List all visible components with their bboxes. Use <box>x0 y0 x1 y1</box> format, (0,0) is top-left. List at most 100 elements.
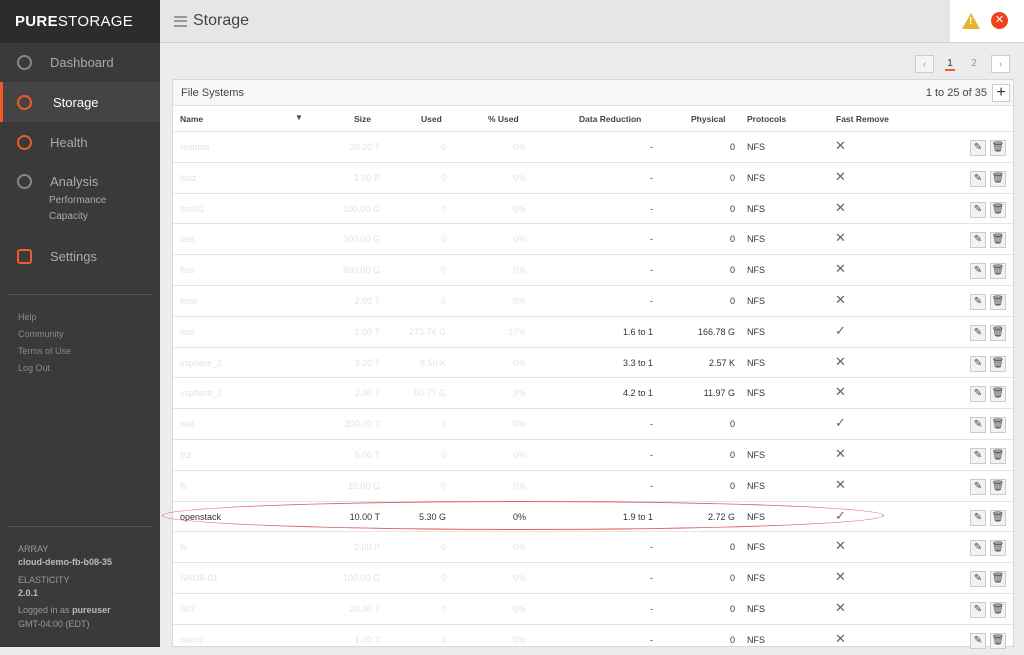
col-pct-used[interactable]: % Used <box>488 114 519 124</box>
pure-storage-logo[interactable]: PURESTORAGE <box>0 0 686 43</box>
col-used[interactable]: Used <box>421 114 442 124</box>
table-row[interactable]: fsuz 1.00 P 0 0% - 0 NFS ✕ ✎ 🗑 <box>173 161 1013 193</box>
file-systems-panel: File Systems 1 to 25 of 35 + Name ▼ Size U… <box>172 79 1014 649</box>
edit-button[interactable]: ✎ <box>970 571 986 588</box>
col-name[interactable]: Name <box>180 114 203 124</box>
delete-button[interactable]: 🗑 <box>990 294 1006 310</box>
used-cell: 0 <box>440 234 446 245</box>
delete-button[interactable]: 🗑 <box>990 170 1006 187</box>
pct-used-cell: 0% <box>512 573 526 584</box>
delete-button[interactable]: 🗑 <box>990 540 1006 557</box>
table-row[interactable]: vsphere_2 3.00 T 8.50 K 0% 3.3 to 1 2.57 K NFS… <box>173 346 1013 378</box>
col-data-reduction[interactable]: Data Reduction <box>579 114 641 124</box>
error-icon[interactable]: ✕ <box>991 12 1008 29</box>
community-link[interactable]: Community <box>18 329 64 339</box>
table-row[interactable]: test01 100.00 G 0 0% - 0 NFS ✕ ✎ 🗑 <box>173 192 1013 224</box>
logout-link[interactable]: Log Out <box>18 363 50 373</box>
col-protocols[interactable]: Protocols <box>747 114 786 124</box>
delete-button[interactable]: 🗑 <box>990 232 1006 249</box>
sort-desc-icon[interactable]: ▼ <box>295 113 303 122</box>
pct-used-cell: 0% <box>512 542 526 553</box>
size-cell: 100.00 G <box>342 203 380 214</box>
terms-link[interactable]: Terms of Use <box>18 346 71 356</box>
size-cell: 10.00 T <box>349 511 380 522</box>
table-row[interactable]: fsz 5.00 T 0 0% - 0 NFS ✕ ✎ 🗑 <box>173 439 1013 470</box>
edit-button[interactable]: ✎ <box>970 324 986 341</box>
col-fast-remove[interactable]: Fast Remove <box>836 114 889 124</box>
delete-button[interactable]: 🗑 <box>990 602 1006 618</box>
table-row[interactable]: test 300.00 T 0 0% - 0 ✓ ✎ 🗑 <box>173 408 1013 439</box>
delete-button[interactable]: 🗑 <box>990 417 1006 434</box>
add-button[interactable]: + <box>992 84 1010 102</box>
size-cell: 5.00 T <box>354 450 380 460</box>
edit-button[interactable]: ✎ <box>970 417 986 434</box>
delete-button[interactable]: 🗑 <box>990 478 1006 495</box>
prev-page-button[interactable]: ‹ <box>915 55 934 73</box>
edit-button[interactable]: ✎ <box>970 478 986 495</box>
delete-button[interactable]: 🗑 <box>990 571 1006 588</box>
x-icon: ✕ <box>835 261 846 277</box>
edit-button[interactable]: ✎ <box>970 294 986 310</box>
edit-button[interactable]: ✎ <box>970 263 986 280</box>
table-row[interactable]: fs 10.00 G 0 0% - 0 NFS ✕ ✎ 🗑 <box>173 469 1013 501</box>
edit-button[interactable]: ✎ <box>970 448 986 464</box>
edit-button[interactable]: ✎ <box>970 140 986 156</box>
health-icon <box>17 134 32 150</box>
col-physical[interactable]: Physical <box>691 114 726 124</box>
size-cell: 300.00 G <box>342 234 380 245</box>
sidebar-item-storage[interactable]: Storage <box>0 82 160 122</box>
page-1[interactable]: 1 <box>945 57 955 71</box>
delete-button[interactable]: 🗑 <box>990 140 1006 156</box>
physical-cell: 0 <box>729 265 735 276</box>
edit-button[interactable]: ✎ <box>970 632 986 649</box>
page-2[interactable]: 2 <box>968 55 980 73</box>
panel-title: File Systems <box>181 87 244 99</box>
next-page-button[interactable]: › <box>991 55 1010 73</box>
sidebar-item-dashboard[interactable]: Dashboard <box>0 42 160 82</box>
table-row[interactable]: resume 20.00 T 0 0% - 0 NFS ✕ ✎ 🗑 <box>173 131 1013 162</box>
table-row[interactable]: test 300.00 G 0 0% - 0 NFS ✕ ✎ 🗑 <box>173 223 1013 254</box>
delete-button[interactable]: 🗑 <box>990 263 1006 280</box>
delete-button[interactable]: 🗑 <box>990 509 1006 526</box>
sidebar-sub-capacity[interactable]: Capacity <box>49 211 88 222</box>
divider <box>7 526 153 527</box>
sidebar-item-settings[interactable]: Settings <box>0 236 160 276</box>
warning-icon[interactable]: ! <box>962 13 980 29</box>
delete-button[interactable]: 🗑 <box>990 448 1006 464</box>
table-row[interactable]: fstat 2.00 T 0 0% - 0 NFS ✕ ✎ 🗑 <box>173 285 1013 316</box>
sidebar-sub-performance[interactable]: Performance <box>49 195 106 206</box>
menu-icon[interactable] <box>174 15 187 27</box>
edit-button[interactable]: ✎ <box>970 170 986 187</box>
help-link[interactable]: Help <box>18 312 37 322</box>
delete-button[interactable]: 🗑 <box>990 201 1006 218</box>
file-system-name: test <box>180 419 195 430</box>
logged-in-label: Logged in as <box>18 605 70 615</box>
edit-button[interactable]: ✎ <box>970 386 986 403</box>
edit-button[interactable]: ✎ <box>970 540 986 557</box>
table-row[interactable]: fs 2.00 P 0 0% - 0 NFS ✕ ✎ 🗑 <box>173 531 1013 562</box>
table-row[interactable]: vsphere_1 2.00 T 50.77 G 2% 4.2 to 1 11.97 G N… <box>173 377 1013 408</box>
edit-button[interactable]: ✎ <box>970 232 986 249</box>
table-row[interactable]: test 1.00 T 273.74 G 27% 1.6 to 1 166.78 G NFS… <box>173 315 1013 347</box>
analysis-icon <box>17 173 32 189</box>
table-row[interactable]: 007 20.00 T 0 0% - 0 NFS ✕ ✎ 🗑 <box>173 593 1013 624</box>
table-row[interactable]: openstack 10.00 T 5.30 G 0% 1.9 to 1 2.72 G NF… <box>173 500 1013 532</box>
edit-button[interactable]: ✎ <box>970 509 986 526</box>
pct-used-cell: 0% <box>512 634 526 645</box>
pct-used-cell: 0% <box>512 480 526 491</box>
col-size[interactable]: Size <box>354 114 371 124</box>
delete-button[interactable]: 🗑 <box>990 324 1006 341</box>
edit-button[interactable]: ✎ <box>970 355 986 372</box>
delete-button[interactable]: 🗑 <box>990 355 1006 372</box>
delete-button[interactable]: 🗑 <box>990 632 1006 649</box>
table-row[interactable]: demo 1.00 T 0 0% - 0 NFS ✕ ✎ 🗑 <box>173 623 1013 655</box>
table-row[interactable]: fsrs 600.00 G 0 0% - 0 NFS ✕ ✎ 🗑 <box>173 254 1013 285</box>
sidebar-item-health[interactable]: Health <box>0 122 160 162</box>
delete-button[interactable]: 🗑 <box>990 386 1006 403</box>
size-cell: 10.00 G <box>347 480 380 491</box>
file-system-name: test <box>180 326 195 337</box>
edit-button[interactable]: ✎ <box>970 201 986 218</box>
edit-button[interactable]: ✎ <box>970 602 986 618</box>
table-row[interactable]: NADB-01 100.00 G 0 0% - 0 NFS ✕ ✎ 🗑 <box>173 562 1013 593</box>
data-reduction-cell: - <box>650 450 653 460</box>
